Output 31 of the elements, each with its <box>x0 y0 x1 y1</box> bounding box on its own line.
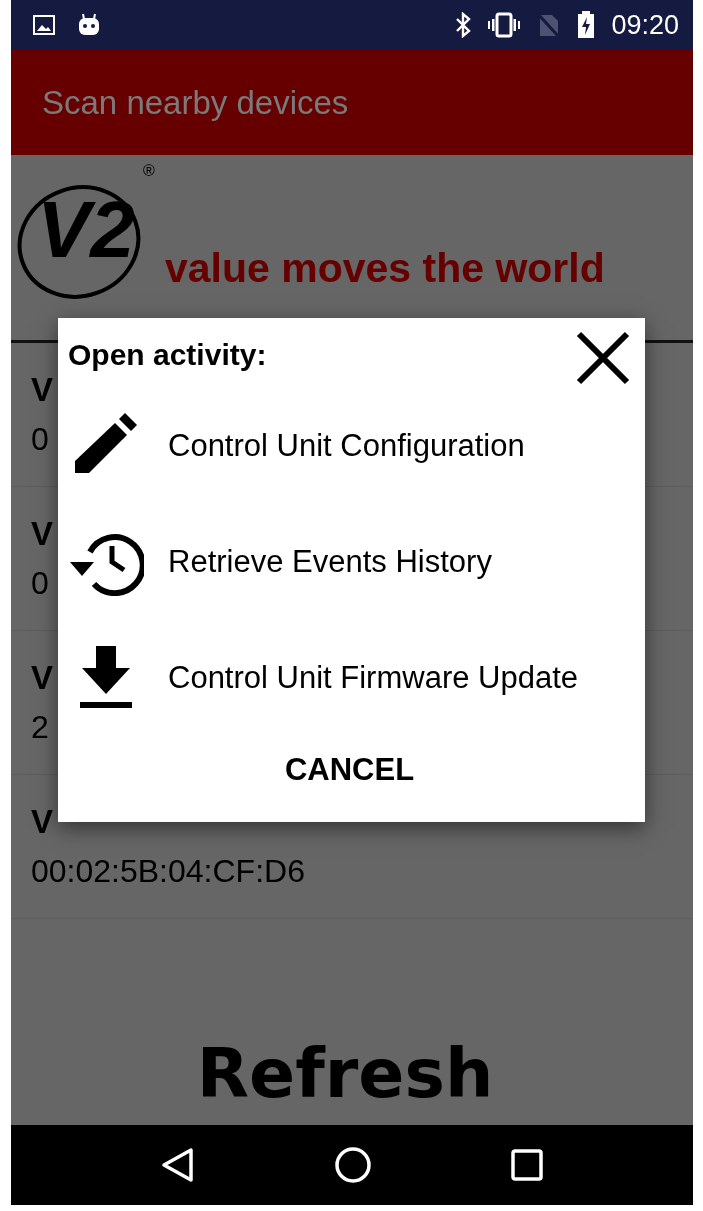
logo-tagline: value moves the world <box>165 245 605 292</box>
download-icon <box>78 646 134 710</box>
logo-mark: V2 <box>37 190 135 270</box>
activity-label: Control Unit Configuration <box>168 426 526 465</box>
back-icon[interactable] <box>160 1147 195 1183</box>
device-address: 00:02:5B:04:CF:D6 <box>31 853 305 890</box>
home-icon[interactable] <box>334 1146 372 1184</box>
dialog-title: Open activity: <box>68 338 267 372</box>
device-name: V <box>31 659 53 697</box>
activity-label: Control Unit Firmware Update <box>168 658 580 697</box>
clock-time: 09:20 <box>611 9 679 41</box>
battery-charging-icon <box>577 11 596 39</box>
robot-icon <box>77 13 101 37</box>
refresh-button[interactable]: Refresh <box>196 1034 494 1113</box>
device-address: 0 <box>31 421 49 458</box>
device-name: V <box>31 515 53 553</box>
activity-item[interactable]: Control Unit Configuration <box>68 390 631 502</box>
vibrate-icon <box>487 12 522 38</box>
app-title: Scan nearby devices <box>42 83 349 122</box>
activity-item[interactable]: Retrieve Events History <box>68 506 631 618</box>
bluetooth-icon <box>455 12 472 38</box>
device-name: V <box>31 371 53 409</box>
device-address: 2 <box>31 709 49 746</box>
activity-item[interactable]: Control Unit Firmware Update <box>68 622 631 734</box>
activity-label: Retrieve Events History <box>168 542 493 581</box>
device-name: V <box>31 803 53 841</box>
device-address: 0 <box>31 565 49 602</box>
registered-mark: ® <box>143 162 155 180</box>
recents-icon[interactable] <box>511 1149 544 1181</box>
image-icon <box>33 15 55 35</box>
close-icon[interactable] <box>575 330 631 386</box>
